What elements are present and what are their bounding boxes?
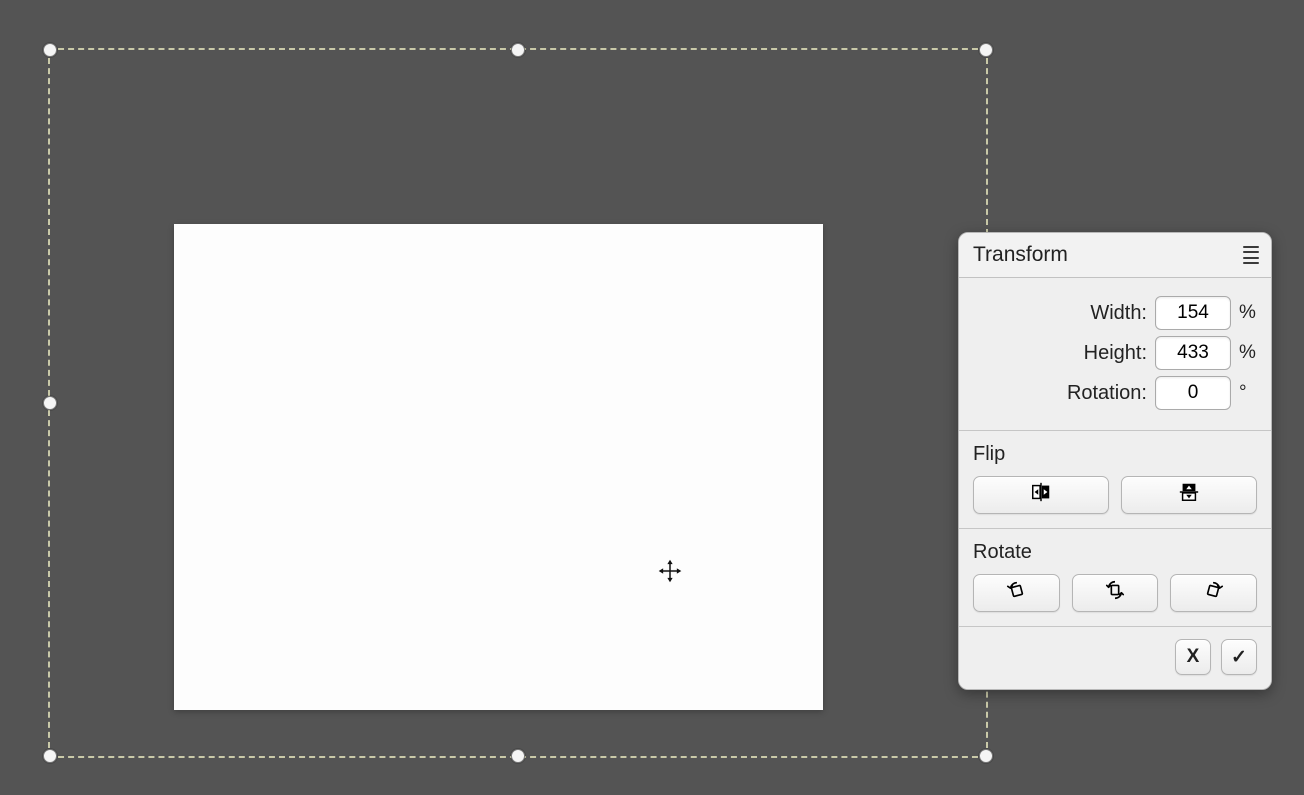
flip-vertical-icon <box>1178 481 1200 509</box>
resize-handle-middle-left[interactable] <box>43 396 57 410</box>
width-row: Width: % <box>973 296 1257 330</box>
flip-section-title: Flip <box>973 443 1257 466</box>
flip-horizontal-icon <box>1030 481 1052 509</box>
transform-bounding-box[interactable] <box>48 48 988 758</box>
width-label: Width: <box>1090 302 1147 325</box>
rotation-label: Rotation: <box>1067 382 1147 405</box>
rotation-unit: ° <box>1239 382 1257 404</box>
panel-menu-icon[interactable] <box>1243 245 1259 265</box>
resize-handle-top-right[interactable] <box>979 43 993 57</box>
flip-vertical-button[interactable] <box>1121 476 1257 514</box>
cancel-icon: X <box>1187 646 1200 668</box>
dimensions-section: Width: % Height: % Rotation: ° <box>959 278 1271 431</box>
rotate-cw-icon <box>1203 579 1225 607</box>
width-input[interactable] <box>1155 296 1231 330</box>
resize-handle-top-middle[interactable] <box>511 43 525 57</box>
confirm-icon: ✓ <box>1231 646 1247 669</box>
transform-panel: Transform Width: % Height: % Rotation: °… <box>958 232 1272 690</box>
flip-horizontal-button[interactable] <box>973 476 1109 514</box>
rotate-ccw-button[interactable] <box>973 574 1060 612</box>
rotate-180-button[interactable] <box>1072 574 1159 612</box>
cancel-button[interactable]: X <box>1175 639 1211 675</box>
panel-footer: X ✓ <box>959 627 1271 689</box>
resize-handle-bottom-right[interactable] <box>979 749 993 763</box>
resize-handle-bottom-left[interactable] <box>43 749 57 763</box>
height-input[interactable] <box>1155 336 1231 370</box>
confirm-button[interactable]: ✓ <box>1221 639 1257 675</box>
rotate-ccw-icon <box>1005 579 1027 607</box>
rotate-cw-button[interactable] <box>1170 574 1257 612</box>
height-row: Height: % <box>973 336 1257 370</box>
rotate-section: Rotate <box>959 529 1271 627</box>
width-unit: % <box>1239 302 1257 324</box>
panel-header[interactable]: Transform <box>959 233 1271 278</box>
height-label: Height: <box>1084 342 1147 365</box>
rotation-row: Rotation: ° <box>973 376 1257 410</box>
resize-handle-bottom-middle[interactable] <box>511 749 525 763</box>
panel-title: Transform <box>973 243 1068 267</box>
flip-section: Flip <box>959 431 1271 529</box>
height-unit: % <box>1239 342 1257 364</box>
rotate-180-icon <box>1104 579 1126 607</box>
rotate-section-title: Rotate <box>973 541 1257 564</box>
rotation-input[interactable] <box>1155 376 1231 410</box>
resize-handle-top-left[interactable] <box>43 43 57 57</box>
